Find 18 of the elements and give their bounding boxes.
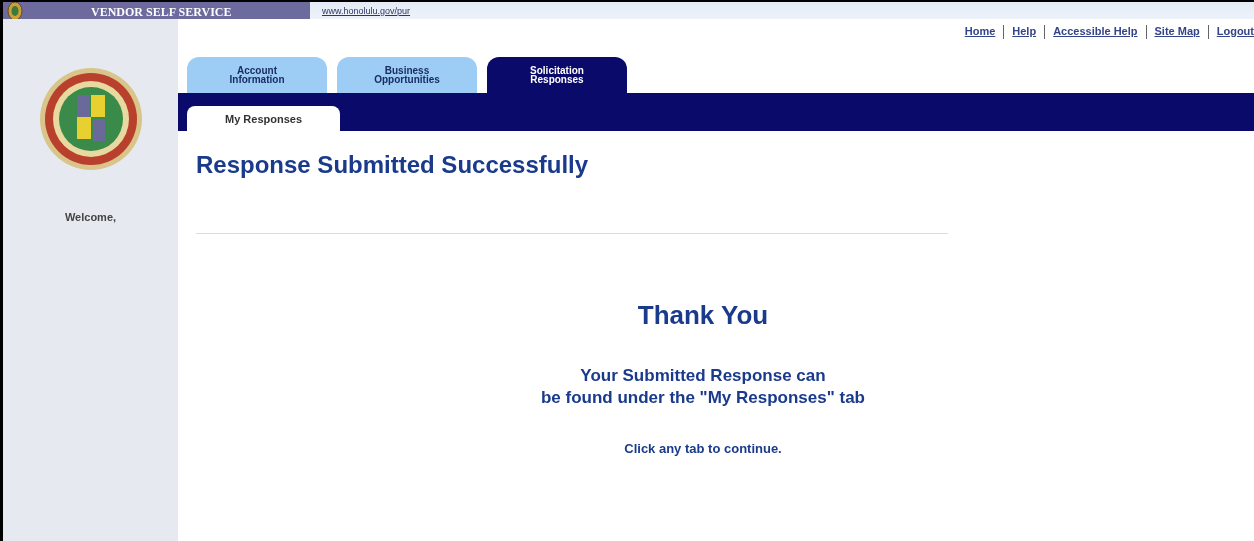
tab[interactable]: Business Opportunities — [337, 57, 477, 93]
thank-you-heading: Thank You — [637, 300, 769, 331]
nav-link[interactable]: Site Map — [1154, 25, 1200, 37]
tab[interactable]: Solicitation Responses — [487, 57, 627, 93]
subtab[interactable]: My Responses — [187, 106, 340, 131]
app-title: VENDOR SELF SERVICE — [91, 5, 232, 20]
nav-link[interactable]: Logout — [1216, 25, 1254, 37]
welcome-text: Welcome, — [64, 211, 117, 223]
seal-icon — [38, 67, 143, 171]
continue-note: Click any tab to continue. — [624, 441, 782, 456]
nav-link[interactable]: Home — [964, 25, 996, 37]
confirmation-message: Your Submitted Response can be found under the "My Responses" tab — [540, 365, 865, 409]
nav-link[interactable]: Accessible Help — [1053, 25, 1138, 37]
tab[interactable]: Account Information — [187, 57, 327, 93]
nav-link[interactable]: Help — [1012, 25, 1037, 37]
website-link[interactable]: www.honolulu.gov/pur — [322, 5, 411, 16]
seal-icon — [7, 2, 23, 21]
page-heading: Response Submitted Successfully — [196, 151, 590, 179]
